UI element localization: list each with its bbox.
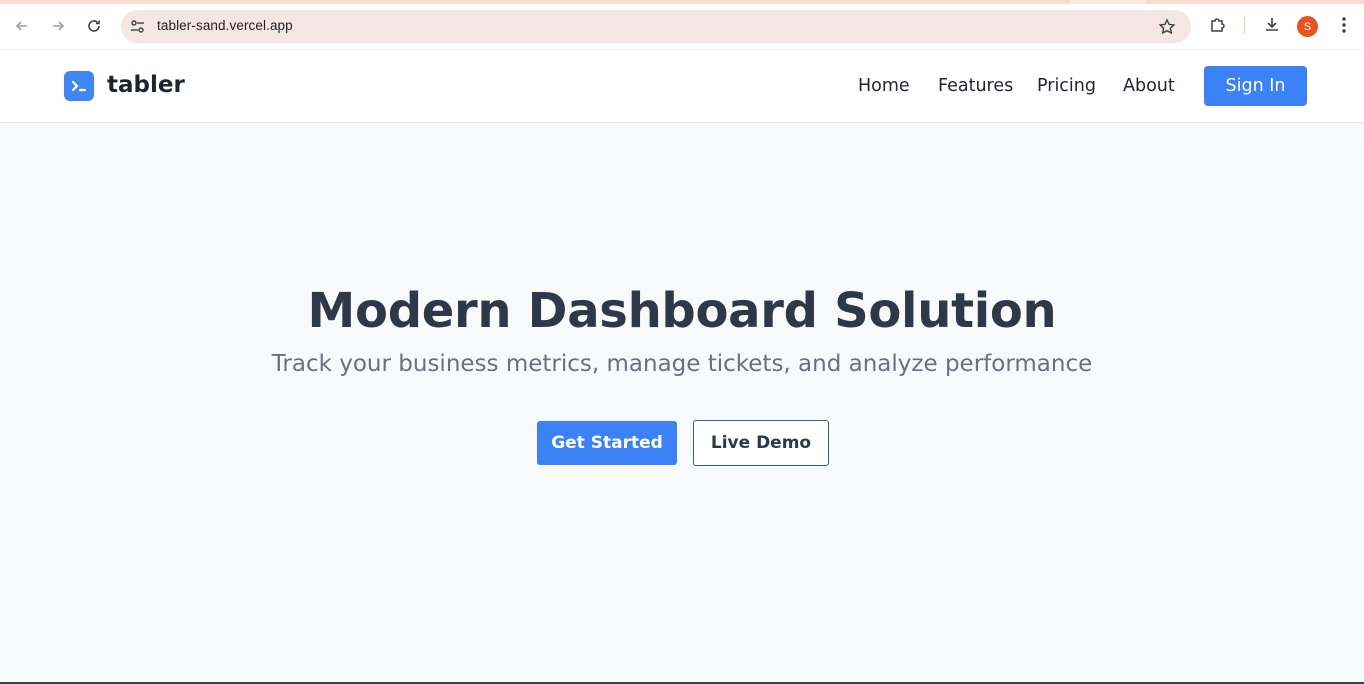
downloads-button[interactable] — [1261, 14, 1283, 36]
logo-icon[interactable] — [64, 71, 94, 101]
profile-avatar[interactable]: S — [1297, 16, 1318, 37]
back-arrow-icon — [15, 21, 27, 31]
extensions-button[interactable] — [1207, 14, 1229, 36]
browser-menu-button[interactable] — [1333, 14, 1355, 36]
hero-subtitle: Track your business metrics, manage tick… — [271, 351, 1093, 377]
reload-icon — [88, 20, 100, 32]
kebab-menu-icon — [1342, 17, 1346, 33]
nav-link-pricing[interactable]: Pricing — [1037, 76, 1096, 96]
nav-link-about[interactable]: About — [1123, 76, 1175, 96]
hero-section: Modern Dashboard Solution Track your bus… — [0, 123, 1364, 684]
bookmark-star-icon[interactable] — [1158, 18, 1176, 36]
live-demo-button[interactable]: Live Demo — [693, 420, 829, 466]
toolbar-divider — [1244, 17, 1245, 34]
download-icon — [1266, 18, 1278, 31]
get-started-button[interactable]: Get Started — [537, 421, 677, 465]
forward-arrow-icon — [53, 21, 65, 31]
address-bar[interactable]: tabler-sand.vercel.app — [121, 10, 1191, 43]
forward-button[interactable] — [45, 13, 71, 39]
terminal-prompt-icon — [71, 80, 87, 92]
url-text[interactable]: tabler-sand.vercel.app — [157, 18, 293, 33]
sign-in-button[interactable]: Sign In — [1204, 66, 1307, 106]
tab-strip-edge — [0, 0, 1364, 4]
extensions-icon — [1211, 18, 1225, 32]
hero-title: Modern Dashboard Solution — [307, 283, 1057, 339]
nav-link-home[interactable]: Home — [858, 76, 910, 96]
reload-button[interactable] — [81, 13, 107, 39]
site-settings-icon[interactable] — [129, 18, 146, 35]
browser-toolbar: tabler-sand.vercel.app S — [0, 0, 1364, 50]
nav-link-features[interactable]: Features — [938, 76, 1013, 96]
site-header: tabler Home Features Pricing About Sign … — [0, 50, 1364, 123]
back-button[interactable] — [9, 13, 35, 39]
brand-name[interactable]: tabler — [107, 72, 185, 98]
